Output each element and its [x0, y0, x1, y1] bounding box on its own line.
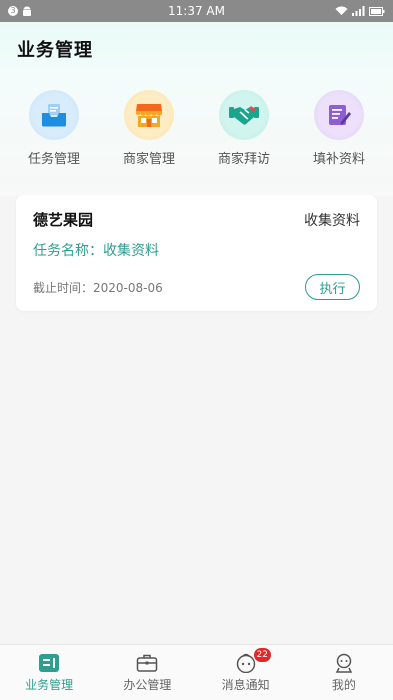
quick-nav-merchant-management[interactable]: 商家管理: [109, 90, 189, 196]
quick-nav-supplement-info[interactable]: 填补资料: [299, 90, 379, 196]
quick-nav-merchant-visit[interactable]: 商家拜访: [204, 90, 284, 196]
quick-nav-label: 填补资料: [312, 152, 365, 167]
task-card[interactable]: 德艺果园 收集资料 任务名称：收集资料 截止时间：2020-08-06 执行: [16, 195, 377, 311]
quick-nav: 任务管理 商家管理 商家拜访 填补资料: [0, 76, 393, 196]
task-deadline: 截止时间：2020-08-06: [33, 280, 163, 295]
quick-nav-label: 商家拜访: [217, 152, 270, 167]
bottom-nav-messages[interactable]: 22 消息通知: [197, 645, 295, 700]
page-title: 业务管理: [17, 40, 93, 61]
status-bar: 3 11:37 AM: [0, 0, 393, 22]
execute-button[interactable]: 执行: [305, 274, 360, 300]
bottom-nav-label: 办公管理: [123, 677, 172, 692]
shop-name: 德艺果园: [33, 211, 94, 229]
quick-nav-task-management[interactable]: 任务管理: [14, 90, 94, 196]
battery-icon: [369, 6, 385, 16]
briefcase-icon: [137, 654, 158, 672]
bottom-nav-label: 我的: [331, 677, 356, 692]
edit-document-icon: [314, 90, 364, 140]
android-icon: [23, 6, 31, 16]
task-name: 任务名称：收集资料: [33, 243, 159, 259]
inbox-icon: [29, 90, 79, 140]
store-icon: [124, 90, 174, 140]
bottom-nav-label: 业务管理: [25, 677, 74, 692]
page-header: 业务管理: [0, 22, 393, 76]
task-type: 收集资料: [304, 212, 360, 229]
signal-icon: [352, 6, 365, 16]
bottom-nav-profile[interactable]: 我的: [295, 645, 393, 700]
notification-count-icon: 3: [8, 6, 18, 16]
bottom-nav-label: 消息通知: [221, 677, 270, 692]
profile-icon: [335, 653, 353, 673]
quick-nav-label: 商家管理: [122, 152, 175, 167]
bottom-nav-business[interactable]: 业务管理: [0, 645, 98, 700]
quick-nav-label: 任务管理: [27, 152, 80, 167]
handshake-icon: [219, 90, 269, 140]
wifi-icon: [335, 6, 348, 15]
bottom-nav-office[interactable]: 办公管理: [98, 645, 196, 700]
bottom-nav: 业务管理 办公管理 22 消息通知 我的: [0, 644, 393, 700]
business-icon: [39, 653, 60, 672]
message-badge: 22: [253, 648, 271, 662]
